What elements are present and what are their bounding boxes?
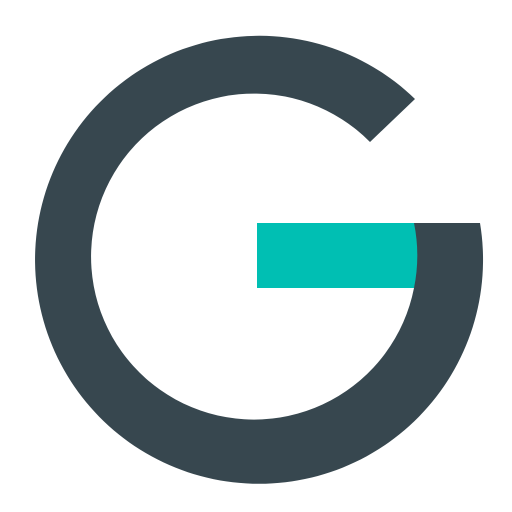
g-accent-bar bbox=[257, 223, 418, 288]
app-icon bbox=[0, 0, 512, 512]
g-logo-icon bbox=[0, 0, 512, 512]
